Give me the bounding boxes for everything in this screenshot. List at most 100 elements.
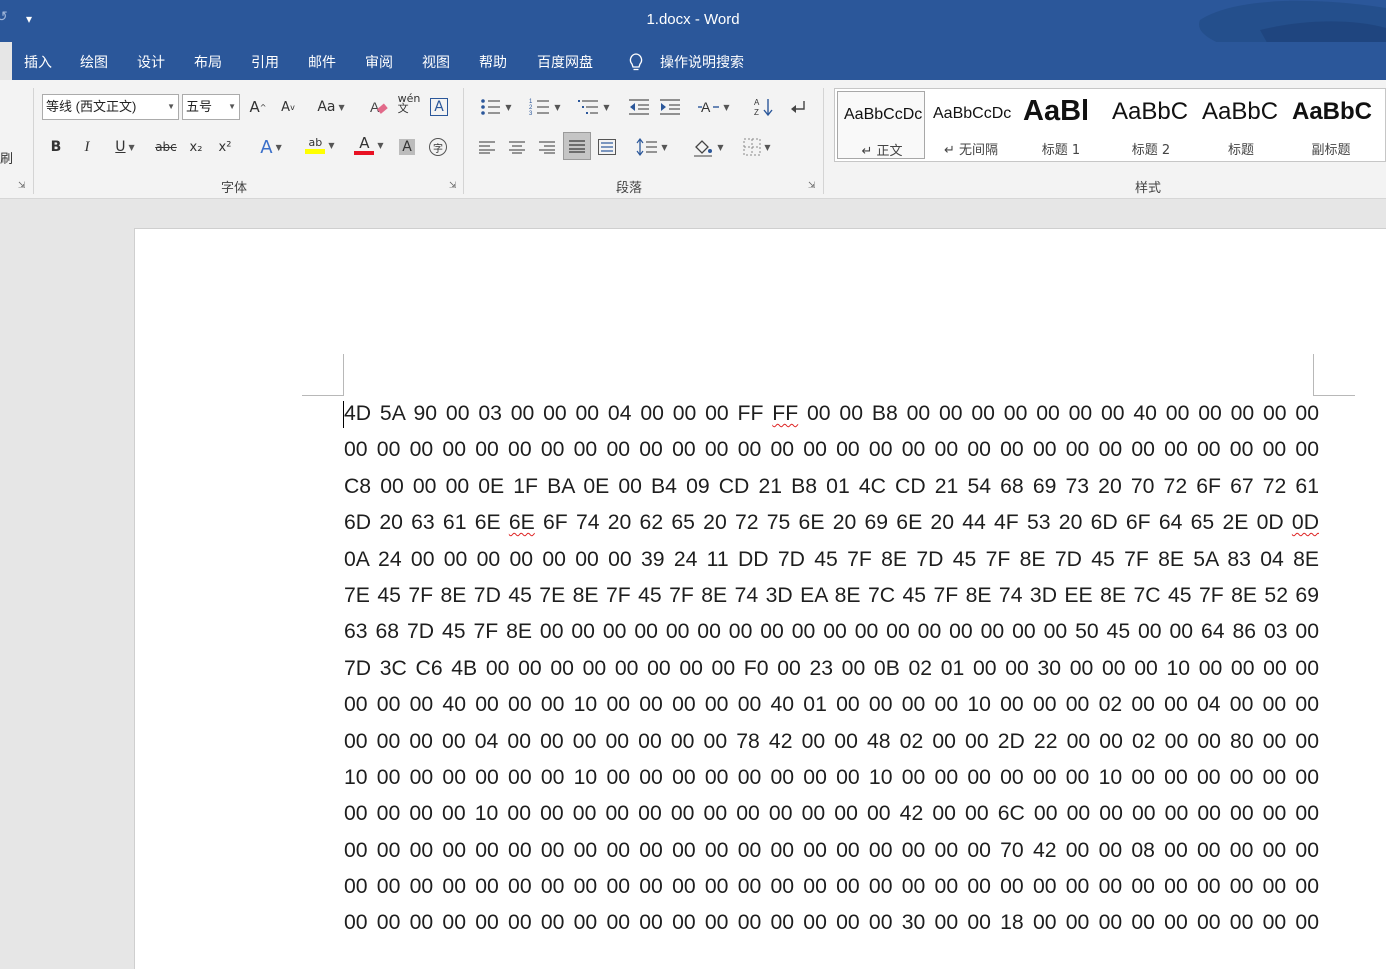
- tab-layout[interactable]: 布局: [194, 52, 222, 72]
- italic-button[interactable]: I: [77, 135, 97, 159]
- font-size-combo[interactable]: 五号 ▼: [182, 94, 240, 120]
- chinese-layout-button[interactable]: A ▼: [694, 95, 734, 119]
- text-line: 63 68 7D 45 7F 8E 00 00 00 00 00 00 00 0…: [344, 620, 1319, 644]
- borders-button[interactable]: ▼: [737, 135, 777, 159]
- highlight-color-bar: [305, 148, 326, 154]
- text-line: C8 00 00 00 0E 1F BA 0E 00 B4 09 CD 21 B…: [344, 474, 1319, 498]
- style-subtitle[interactable]: AaBbC 副标题: [1287, 91, 1375, 159]
- align-center-icon: [509, 141, 525, 154]
- show-marks-button[interactable]: [786, 95, 810, 119]
- bold-button[interactable]: B: [46, 135, 66, 159]
- borders-icon: [743, 138, 761, 156]
- text-line: 0A 24 00 00 00 00 00 00 00 39 24 11 DD 7…: [344, 547, 1319, 571]
- tab-view[interactable]: 视图: [422, 52, 450, 72]
- clipboard-launcher-icon[interactable]: ⇲: [18, 181, 26, 191]
- spelling-error[interactable]: 6E: [509, 511, 535, 534]
- text-line: 00 00 00 00 00 00 00 00 00 00 00 00 00 0…: [344, 911, 1319, 935]
- text-effects-button[interactable]: A ▼: [252, 135, 290, 159]
- text-line: 7D 3C C6 4B 00 00 00 00 00 00 00 00 F0 0…: [344, 656, 1319, 680]
- svg-text:A: A: [754, 98, 760, 107]
- ribbon: 刷 ⇲ 等线 (西文正文) ▼ 五号 ▼ A ^ Av Aa ▼ A wén 文 A B…: [0, 80, 1386, 199]
- text-line: 00 00 00 40 00 00 00 10 00 00 00 00 00 4…: [344, 693, 1319, 717]
- sort-button[interactable]: AZ: [751, 95, 775, 119]
- tab-design[interactable]: 设计: [137, 52, 165, 72]
- svg-text:Z: Z: [754, 108, 759, 117]
- change-case-button[interactable]: Aa ▼: [312, 95, 350, 119]
- distribute-button[interactable]: [597, 135, 617, 159]
- tab-mailings[interactable]: 邮件: [308, 52, 336, 72]
- justify-button[interactable]: [563, 132, 591, 160]
- crop-mark: [1313, 395, 1355, 396]
- align-left-icon: [479, 141, 495, 154]
- enclose-characters-button[interactable]: 字: [427, 135, 449, 159]
- character-border-button[interactable]: A: [428, 95, 450, 119]
- multilevel-list-button[interactable]: ▼: [574, 95, 614, 119]
- tab-insert[interactable]: 插入: [24, 52, 52, 72]
- tab-references[interactable]: 引用: [251, 52, 279, 72]
- spelling-error[interactable]: FF: [772, 402, 798, 425]
- spelling-error[interactable]: 0D: [1292, 511, 1319, 534]
- line-spacing-button[interactable]: ▼: [633, 135, 671, 159]
- document-body[interactable]: 4D 5A 90 00 03 00 00 00 04 00 00 00 FF F…: [344, 396, 1319, 942]
- text-line: 00 00 00 00 10 00 00 00 00 00 00 00 00 0…: [344, 802, 1319, 826]
- increase-indent-button[interactable]: [658, 95, 682, 119]
- font-dialog-launcher-icon[interactable]: ⇲: [449, 181, 457, 191]
- justify-icon: [569, 140, 585, 153]
- character-shading-button[interactable]: A: [396, 135, 418, 159]
- clear-format-icon[interactable]: A: [368, 95, 390, 119]
- font-name-combo[interactable]: 等线 (西文正文) ▼: [42, 94, 179, 120]
- highlight-button[interactable]: ab ▼: [298, 133, 342, 157]
- paragraph-dialog-launcher-icon[interactable]: ⇲: [808, 181, 816, 191]
- tab-baidu-netdisk[interactable]: 百度网盘: [537, 52, 593, 72]
- text-line: 00 00 00 00 00 00 00 00 00 00 00 00 00 0…: [344, 438, 1319, 462]
- text-line: 00 00 00 00 00 00 00 00 00 00 00 00 00 0…: [344, 875, 1319, 899]
- style-heading-2[interactable]: AaBbC 标题 2: [1107, 91, 1195, 159]
- increase-indent-icon: [660, 99, 680, 115]
- text-line: 00 00 00 00 00 00 00 00 00 00 00 00 00 0…: [344, 838, 1319, 862]
- ribbon-tab-bar: 插入 绘图 设计 布局 引用 邮件 审阅 视图 帮助 百度网盘 操作说明搜索: [0, 42, 1386, 80]
- tab-draw[interactable]: 绘图: [80, 52, 108, 72]
- text-line: 00 00 00 00 04 00 00 00 00 00 00 00 78 4…: [344, 729, 1319, 753]
- crop-mark: [302, 395, 344, 396]
- tell-me-search[interactable]: 操作说明搜索: [660, 52, 744, 72]
- crop-mark: [343, 354, 344, 396]
- subscript-button[interactable]: x₂: [186, 135, 206, 159]
- title-bar: ↺ ▾ 1.docx - Word: [0, 0, 1386, 63]
- font-color-button[interactable]: A ▼: [348, 133, 390, 157]
- text-line: 10 00 00 00 00 00 00 10 00 00 00 00 00 0…: [344, 765, 1319, 789]
- shading-button[interactable]: ▼: [688, 135, 728, 159]
- align-right-button[interactable]: [537, 135, 557, 159]
- style-heading-1[interactable]: AaBl 标题 1: [1017, 91, 1105, 159]
- align-left-button[interactable]: [477, 135, 497, 159]
- tab-review[interactable]: 审阅: [365, 52, 393, 72]
- style-no-spacing[interactable]: AaBbCcDc ↵ 无间隔: [927, 91, 1015, 159]
- underline-button[interactable]: U ▼: [106, 135, 144, 159]
- text-line: 4D 5A 90 00 03 00 00 00 04 00 00 00 FF F…: [344, 402, 1319, 425]
- text-line: 7E 45 7F 8E 7D 45 7E 8E 7F 45 7F 8E 74 3…: [344, 583, 1319, 607]
- style-normal[interactable]: AaBbCcDc ↵ 正文: [837, 91, 925, 159]
- numbering-button[interactable]: 1 2 3 ▼: [525, 95, 565, 119]
- decrease-indent-button[interactable]: [627, 95, 651, 119]
- paint-bucket-icon: [694, 140, 713, 157]
- svg-text:A: A: [701, 99, 711, 115]
- bullets-button[interactable]: ▼: [476, 95, 516, 119]
- svg-text:3: 3: [529, 111, 533, 116]
- grow-font-button[interactable]: A ^: [248, 95, 268, 119]
- styles-gallery: AaBbCcDc ↵ 正文 AaBbCcDc ↵ 无间隔 AaBl 标题 1 A…: [834, 88, 1386, 162]
- tab-help[interactable]: 帮助: [479, 52, 507, 72]
- align-center-button[interactable]: [507, 135, 527, 159]
- shrink-font-button[interactable]: Av: [278, 95, 298, 119]
- superscript-button[interactable]: x²: [215, 135, 235, 159]
- line-spacing-icon: [636, 138, 658, 156]
- phonetic-guide-button[interactable]: wén 文: [398, 92, 421, 116]
- font-group-label: 字体: [221, 181, 248, 196]
- chinese-layout-icon: A: [698, 99, 720, 115]
- align-right-icon: [539, 141, 555, 154]
- chevron-down-icon: ▼: [228, 102, 236, 111]
- strikethrough-button[interactable]: abc: [153, 135, 179, 159]
- style-title[interactable]: AaBbC 标题: [1197, 91, 1285, 159]
- styles-group-label: 样式: [1135, 181, 1162, 196]
- lightbulb-icon: [629, 53, 643, 71]
- sort-icon: AZ: [754, 98, 773, 117]
- format-painter-label[interactable]: 刷: [0, 148, 13, 167]
